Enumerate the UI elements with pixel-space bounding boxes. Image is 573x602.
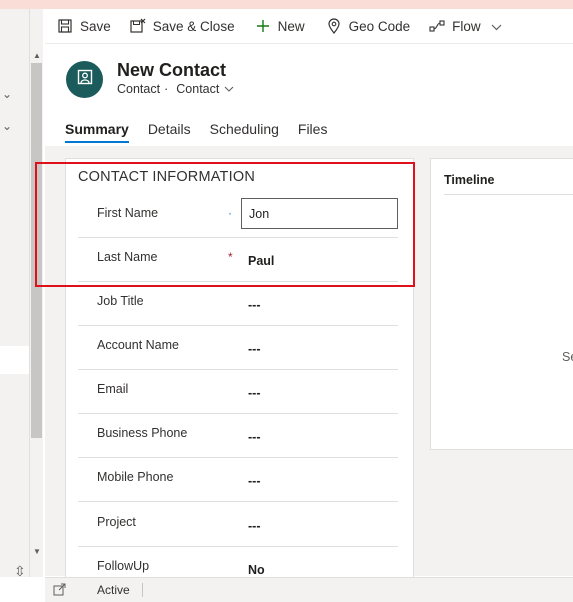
top-notification-strip bbox=[0, 0, 573, 9]
command-bar: Save Save & Close New Geo Code Flow bbox=[45, 9, 573, 44]
timeline-title: Timeline bbox=[444, 173, 495, 187]
field-email: Email --- bbox=[78, 370, 398, 414]
field-label: Email bbox=[97, 382, 129, 396]
scroll-up-arrow-icon[interactable]: ▲ bbox=[33, 51, 41, 60]
separator-dot: · bbox=[164, 82, 169, 96]
field-label: Business Phone bbox=[97, 426, 188, 440]
field-account-name: Account Name --- bbox=[78, 326, 398, 370]
tab-summary[interactable]: Summary bbox=[65, 121, 129, 143]
plus-icon bbox=[255, 18, 271, 34]
save-button[interactable]: Save bbox=[57, 18, 111, 34]
record-status: Active bbox=[97, 583, 130, 597]
email-value[interactable]: --- bbox=[248, 386, 261, 400]
tab-details[interactable]: Details bbox=[148, 121, 191, 143]
geo-code-label: Geo Code bbox=[348, 18, 411, 34]
scroll-down-arrow-icon[interactable]: ▼ bbox=[33, 547, 41, 556]
save-icon bbox=[57, 18, 73, 34]
tab-files[interactable]: Files bbox=[298, 121, 328, 143]
status-bar: Active bbox=[45, 577, 573, 602]
divider bbox=[444, 194, 573, 195]
divider bbox=[141, 583, 143, 597]
flow-icon bbox=[429, 18, 445, 34]
highlight-box bbox=[35, 162, 415, 287]
business-phone-value[interactable]: --- bbox=[248, 430, 261, 444]
field-label: Mobile Phone bbox=[97, 470, 174, 484]
save-close-label: Save & Close bbox=[152, 18, 235, 34]
chevron-down-icon[interactable]: ⌄ bbox=[2, 87, 16, 101]
save-label: Save bbox=[80, 18, 111, 34]
chevron-down-icon[interactable]: ⌄ bbox=[2, 119, 16, 133]
account-name-value[interactable]: --- bbox=[248, 342, 261, 356]
form-selector[interactable]: Contact bbox=[176, 82, 234, 96]
mobile-phone-value[interactable]: --- bbox=[248, 474, 261, 488]
new-label: New bbox=[277, 18, 305, 34]
field-label: Job Title bbox=[97, 294, 144, 308]
map-pin-icon bbox=[326, 18, 342, 34]
contact-icon bbox=[77, 69, 93, 90]
expand-collapse-icon[interactable]: ⇳ bbox=[14, 563, 26, 580]
field-mobile-phone: Mobile Phone --- bbox=[78, 458, 398, 502]
left-navigation: ⌄ ⌄ ▲ ▼ bbox=[0, 9, 43, 577]
chevron-down-icon[interactable] bbox=[224, 84, 234, 95]
field-label: Project bbox=[97, 515, 136, 529]
new-button[interactable]: New bbox=[255, 18, 305, 34]
page-title: New Contact bbox=[117, 60, 227, 80]
save-close-button[interactable]: Save & Close bbox=[130, 18, 235, 34]
tab-scheduling[interactable]: Scheduling bbox=[210, 121, 279, 143]
form-tabs: Summary Details Scheduling Files bbox=[65, 121, 346, 143]
field-job-title: Job Title --- bbox=[78, 282, 398, 326]
field-business-phone: Business Phone --- bbox=[78, 414, 398, 458]
contact-avatar bbox=[66, 61, 103, 98]
flow-label: Flow bbox=[452, 18, 481, 34]
field-label: Account Name bbox=[97, 338, 179, 352]
open-in-new-window-icon[interactable] bbox=[53, 583, 67, 597]
field-label: FollowUp bbox=[97, 559, 150, 573]
job-title-value[interactable]: --- bbox=[248, 298, 261, 312]
flow-button[interactable]: Flow bbox=[429, 18, 502, 34]
geo-code-button[interactable]: Geo Code bbox=[326, 18, 411, 34]
chevron-down-icon[interactable] bbox=[491, 19, 502, 34]
timeline-text: Se bbox=[562, 350, 573, 364]
form-name: Contact bbox=[176, 82, 220, 96]
entity-name: Contact bbox=[117, 82, 161, 96]
record-subtitle: Contact · Contact bbox=[117, 82, 234, 96]
timeline-panel: Timeline Se bbox=[430, 158, 573, 450]
project-value[interactable]: --- bbox=[248, 519, 261, 533]
nav-selected-item[interactable] bbox=[0, 346, 29, 374]
save-close-icon bbox=[130, 18, 146, 34]
followup-value[interactable]: No bbox=[248, 563, 265, 577]
field-project: Project --- bbox=[78, 503, 398, 547]
